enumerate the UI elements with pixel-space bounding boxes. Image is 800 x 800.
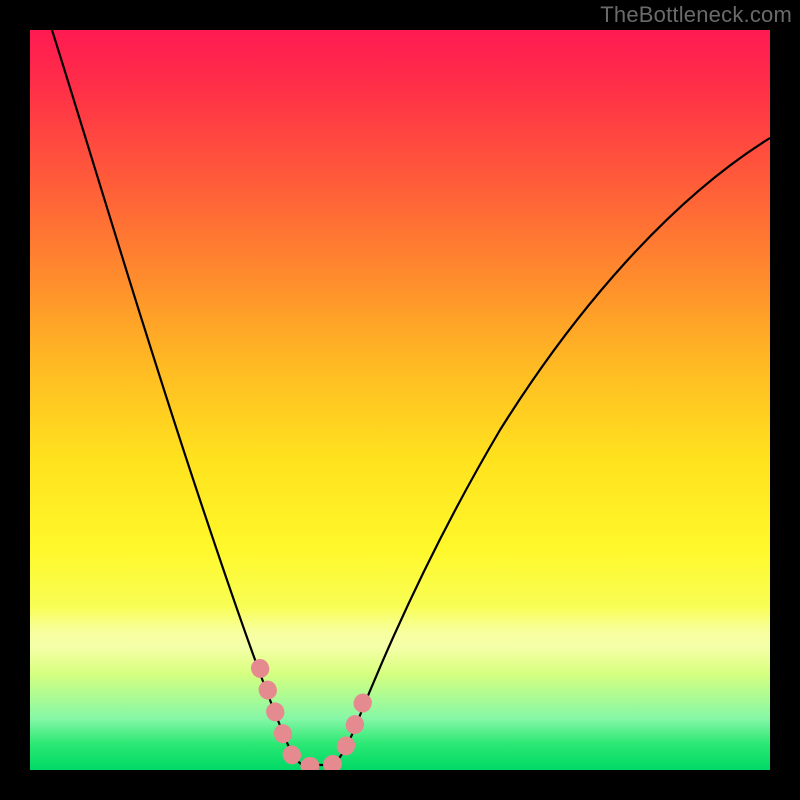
bottleneck-curve bbox=[52, 30, 770, 765]
watermark-text: TheBottleneck.com bbox=[600, 2, 792, 28]
plot-area bbox=[30, 30, 770, 770]
outer-frame: TheBottleneck.com bbox=[0, 0, 800, 800]
highlight-band bbox=[260, 668, 368, 766]
curve-layer bbox=[30, 30, 770, 770]
